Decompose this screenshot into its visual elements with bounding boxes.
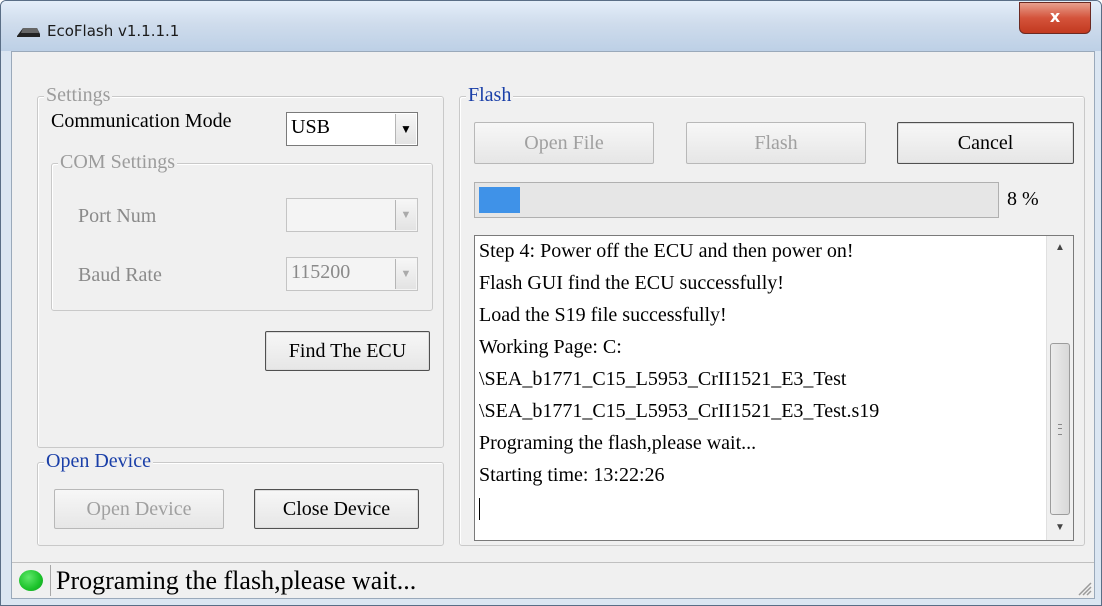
scroll-thumb[interactable] xyxy=(1050,343,1070,515)
chip-icon xyxy=(17,28,40,37)
communication-mode-value: USB xyxy=(291,116,330,138)
close-window-button[interactable]: x xyxy=(1019,2,1091,34)
cancel-button[interactable]: Cancel xyxy=(897,122,1074,164)
log-line: Starting time: 13:22:26 xyxy=(479,464,665,486)
port-num-label: Port Num xyxy=(78,205,157,227)
scroll-grip-icon xyxy=(1058,424,1062,435)
ecoflash-window: EcoFlash v1.1.1.1 x Settings Communicati… xyxy=(0,0,1102,606)
status-text: Programing the flash,please wait... xyxy=(56,566,417,595)
status-separator xyxy=(50,565,51,596)
log-line: \SEA_b1771_C15_L5953_CrII1521_E3_Test.s1… xyxy=(479,400,880,422)
close-device-button[interactable]: Close Device xyxy=(254,489,419,529)
settings-group: Settings Communication Mode USB ▼ COM Se… xyxy=(37,84,444,448)
log-line: \SEA_b1771_C15_L5953_CrII1521_E3_Test xyxy=(479,368,847,390)
baud-rate-label: Baud Rate xyxy=(78,264,162,286)
open-device-group: Open Device Open Device Close Device xyxy=(37,450,444,546)
log-line: Programing the flash,please wait... xyxy=(479,432,757,454)
scroll-up-icon[interactable]: ▲ xyxy=(1047,236,1073,260)
find-the-ecu-button[interactable]: Find The ECU xyxy=(265,331,430,371)
baud-rate-select[interactable]: 115200 ▼ xyxy=(286,257,418,291)
port-num-select[interactable]: ▼ xyxy=(286,198,418,232)
open-device-legend: Open Device xyxy=(44,450,153,473)
log-line: Working Page: C: xyxy=(479,336,622,358)
chevron-down-icon[interactable]: ▼ xyxy=(395,200,416,230)
baud-rate-value: 115200 xyxy=(291,261,351,283)
chevron-down-icon[interactable]: ▼ xyxy=(395,114,416,144)
progress-percent: 8 % xyxy=(1007,188,1039,210)
flash-legend: Flash xyxy=(466,84,514,107)
text-caret xyxy=(479,498,480,520)
resize-grip-icon[interactable] xyxy=(1074,578,1092,596)
flash-progress-bar xyxy=(474,182,999,218)
settings-legend: Settings xyxy=(44,84,113,107)
log-line: Step 4: Power off the ECU and then power… xyxy=(479,240,854,262)
status-led-icon xyxy=(19,570,43,591)
scroll-down-icon[interactable]: ▼ xyxy=(1047,516,1073,540)
log-scrollbar[interactable]: ▲ ▼ xyxy=(1046,236,1073,540)
com-settings-group: COM Settings Port Num ▼ Baud Rate 115200… xyxy=(51,151,433,311)
log-line: Flash GUI find the ECU successfully! xyxy=(479,272,784,294)
flash-group: Flash Open File Flash Cancel 8 % Step 4:… xyxy=(459,84,1085,546)
communication-mode-select[interactable]: USB ▼ xyxy=(286,112,418,146)
com-settings-legend: COM Settings xyxy=(58,151,178,174)
flash-log-textarea[interactable]: Step 4: Power off the ECU and then power… xyxy=(474,235,1074,541)
log-line: Load the S19 file successfully! xyxy=(479,304,727,326)
open-device-button[interactable]: Open Device xyxy=(54,489,224,529)
open-file-button[interactable]: Open File xyxy=(474,122,654,164)
communication-mode-label: Communication Mode xyxy=(51,110,232,132)
status-bar: Programing the flash,please wait... xyxy=(12,562,1094,598)
title-bar[interactable]: EcoFlash v1.1.1.1 x xyxy=(1,1,1101,51)
progress-fill xyxy=(479,187,520,213)
client-area: Settings Communication Mode USB ▼ COM Se… xyxy=(11,51,1095,599)
window-title: EcoFlash v1.1.1.1 xyxy=(47,22,180,40)
chevron-down-icon[interactable]: ▼ xyxy=(395,259,416,289)
flash-button[interactable]: Flash xyxy=(686,122,866,164)
